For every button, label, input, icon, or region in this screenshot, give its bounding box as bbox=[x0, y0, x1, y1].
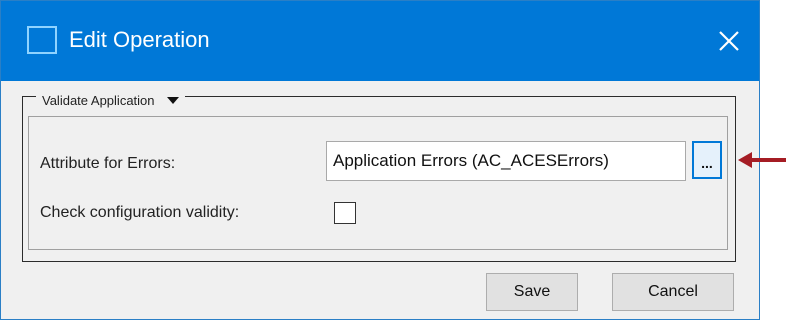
save-button[interactable]: Save bbox=[486, 273, 578, 311]
cancel-button[interactable]: Cancel bbox=[612, 273, 734, 311]
annotation-arrow-icon bbox=[738, 152, 786, 168]
group-label: Validate Application bbox=[42, 92, 155, 108]
title-bar: Edit Operation bbox=[1, 1, 759, 81]
group-content-panel bbox=[28, 116, 728, 250]
check-configuration-validity-label: Check configuration validity: bbox=[40, 204, 240, 221]
close-icon bbox=[719, 31, 739, 51]
window-icon bbox=[27, 26, 57, 54]
caret-down-icon[interactable] bbox=[166, 97, 179, 104]
browse-button[interactable]: ... bbox=[692, 141, 722, 179]
attribute-for-errors-label: Attribute for Errors: bbox=[40, 155, 176, 172]
group-header[interactable]: Validate Application bbox=[36, 89, 185, 111]
close-button[interactable] bbox=[705, 19, 753, 63]
attribute-for-errors-field[interactable]: Application Errors (AC_ACESErrors) bbox=[326, 141, 686, 181]
check-configuration-validity-checkbox[interactable] bbox=[334, 202, 356, 224]
window-title: Edit Operation bbox=[69, 27, 210, 52]
